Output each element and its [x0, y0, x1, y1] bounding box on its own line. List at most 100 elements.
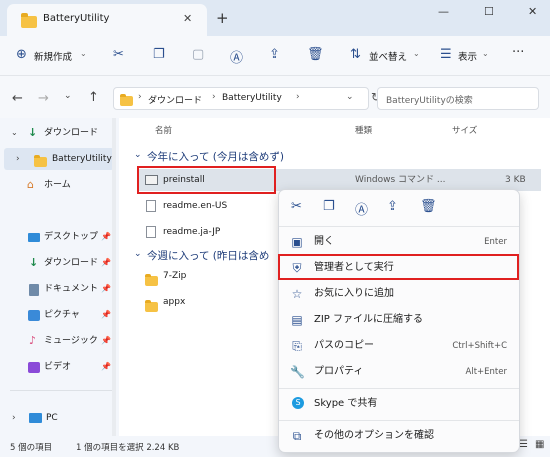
file-name: readme.ja-JP	[163, 227, 221, 237]
menu-item-label: 開く	[314, 236, 334, 247]
search-input[interactable]: BatteryUtilityの検索	[386, 93, 473, 106]
tiles-view-icon[interactable]: ▦	[535, 439, 544, 450]
column-header-size[interactable]: サイズ	[452, 124, 477, 136]
pin-icon[interactable]: 📌	[101, 356, 111, 378]
nav-item-pictures[interactable]: ピクチャ 📌	[0, 304, 118, 326]
group-header-this-week[interactable]: 今週に入って (昨日は含め	[147, 248, 269, 263]
pictures-icon	[28, 310, 40, 321]
menu-item-open[interactable]: ▣ 開く Enter	[279, 230, 519, 254]
chevron-down-icon[interactable]: ⌄	[134, 249, 142, 259]
column-header-name[interactable]: 名前	[155, 124, 172, 136]
details-view-icon[interactable]: ☰	[519, 439, 528, 450]
menu-item-properties[interactable]: 🔧 プロパティ Alt+Enter	[279, 360, 519, 384]
view-icon: ☰	[440, 47, 452, 62]
nav-item-documents[interactable]: ドキュメント 📌	[0, 278, 118, 300]
pin-icon[interactable]: 📌	[101, 252, 111, 274]
pin-icon[interactable]: 📌	[101, 226, 111, 248]
column-header-type[interactable]: 種類	[355, 124, 372, 136]
cut-icon[interactable]: ✂	[291, 199, 302, 214]
nav-item-downloads-quick[interactable]: ⌄ ↓ ダウンロード	[0, 122, 118, 144]
menu-item-skype-share[interactable]: S Skype で共有	[279, 392, 519, 416]
nav-item-music[interactable]: ♪ ミュージック 📌	[0, 330, 118, 352]
nav-item-label: BatteryUtility	[52, 154, 112, 164]
nav-item-label: ダウンロード	[44, 128, 99, 138]
chevron-right-icon: ›	[12, 413, 16, 423]
breadcrumb-downloads[interactable]: ダウンロード	[148, 93, 202, 106]
close-button[interactable]: ✕	[528, 5, 537, 18]
pin-icon[interactable]: 📌	[101, 304, 111, 326]
search-box[interactable]: BatteryUtilityの検索	[377, 87, 539, 110]
rename-icon[interactable]: Ⓐ	[230, 47, 243, 66]
sort-button[interactable]: 並べ替え	[369, 49, 407, 63]
copy-icon[interactable]: ❐	[153, 47, 165, 62]
breadcrumb-batteryutility[interactable]: BatteryUtility	[222, 93, 282, 103]
folder-icon	[34, 155, 47, 167]
file-size: 3 KB	[505, 175, 526, 185]
share-icon[interactable]: ⇪	[387, 199, 398, 214]
chevron-right-icon: ›	[16, 154, 20, 164]
file-row-7zip[interactable]: 7-Zip	[137, 265, 287, 287]
nav-item-videos[interactable]: ビデオ 📌	[0, 356, 118, 378]
music-icon: ♪	[29, 334, 37, 347]
folder-icon	[145, 274, 158, 286]
minimize-button[interactable]: —	[438, 5, 449, 18]
file-row-readme-en[interactable]: readme.en-US	[137, 195, 287, 217]
forward-arrow-icon[interactable]: →	[38, 91, 49, 106]
sort-icon: ⇅	[350, 47, 361, 62]
nav-item-label: ピクチャ	[44, 310, 80, 320]
nav-item-downloads[interactable]: ↓ ダウンロード 📌	[0, 252, 118, 274]
nav-item-pc[interactable]: › PC	[0, 407, 118, 429]
file-row-readme-ja[interactable]: readme.ja-JP	[137, 221, 287, 243]
file-name: readme.en-US	[163, 201, 228, 211]
address-dropdown-icon[interactable]: ⌄	[346, 92, 354, 102]
menu-item-shortcut: Enter	[484, 237, 507, 247]
nav-item-label: PC	[46, 413, 58, 423]
menu-item-copy-path[interactable]: ⎘ パスのコピー Ctrl+Shift+C	[279, 334, 519, 358]
share-icon[interactable]: ⇪	[269, 47, 280, 62]
home-icon: ⌂	[27, 178, 34, 191]
menu-separator	[279, 226, 519, 227]
more-options-button[interactable]: ···	[512, 45, 524, 60]
nav-item-home[interactable]: ⌂ ホーム	[0, 174, 118, 196]
menu-item-label: お気に入りに追加	[314, 288, 394, 299]
delete-icon[interactable]: 🗑	[307, 47, 324, 62]
back-arrow-icon[interactable]: ←	[12, 91, 23, 106]
chevron-down-icon[interactable]: ⌄	[134, 150, 142, 160]
view-button[interactable]: 表示	[458, 49, 477, 63]
breadcrumb-separator-icon: ›	[212, 92, 216, 102]
pin-icon[interactable]: 📌	[101, 330, 111, 352]
zip-icon: ▤	[291, 313, 303, 327]
close-tab-icon[interactable]: ✕	[183, 12, 192, 25]
nav-scrollbar[interactable]	[112, 118, 116, 436]
new-button[interactable]: 新規作成	[34, 49, 72, 63]
group-header-this-year[interactable]: 今年に入って (今月は含めず)	[147, 149, 284, 164]
menu-item-compress-zip[interactable]: ▤ ZIP ファイルに圧縮する	[279, 308, 519, 332]
file-type: Windows コマンド ...	[355, 175, 446, 185]
nav-item-desktop[interactable]: デスクトップ 📌	[0, 226, 118, 248]
tab-batteryutility[interactable]: BatteryUtility ✕	[7, 4, 207, 36]
nav-item-label: ミュージック	[44, 336, 98, 346]
highlight-box	[137, 166, 276, 194]
recent-chevron-icon[interactable]: ⌄	[64, 91, 72, 101]
breadcrumb-separator-icon: ›	[296, 92, 300, 102]
copy-icon[interactable]: ❐	[323, 199, 335, 214]
menu-item-more-options[interactable]: ⧉ その他のオプションを確認	[279, 424, 519, 448]
text-file-icon	[146, 200, 156, 212]
more-options-icon: ⧉	[292, 429, 302, 443]
nav-item-label: デスクトップ	[44, 232, 99, 242]
nav-divider	[10, 390, 112, 391]
rename-icon[interactable]: Ⓐ	[355, 199, 368, 218]
nav-item-label: ホーム	[44, 180, 71, 190]
new-tab-button[interactable]: +	[216, 9, 229, 27]
skype-icon: S	[292, 397, 304, 409]
cut-icon[interactable]: ✂	[113, 47, 124, 62]
delete-icon[interactable]: 🗑	[420, 199, 437, 214]
file-row-appx[interactable]: appx	[137, 291, 287, 313]
address-bar[interactable]: › ダウンロード › BatteryUtility › ⌄	[113, 87, 369, 110]
nav-item-batteryutility[interactable]: › BatteryUtility	[4, 148, 114, 170]
menu-item-add-favorite[interactable]: ☆ お気に入りに追加	[279, 282, 519, 306]
pin-icon[interactable]: 📌	[101, 278, 111, 300]
maximize-button[interactable]: ☐	[484, 5, 494, 18]
up-arrow-icon[interactable]: ↑	[88, 90, 99, 105]
paste-icon[interactable]: ▢	[192, 47, 204, 62]
